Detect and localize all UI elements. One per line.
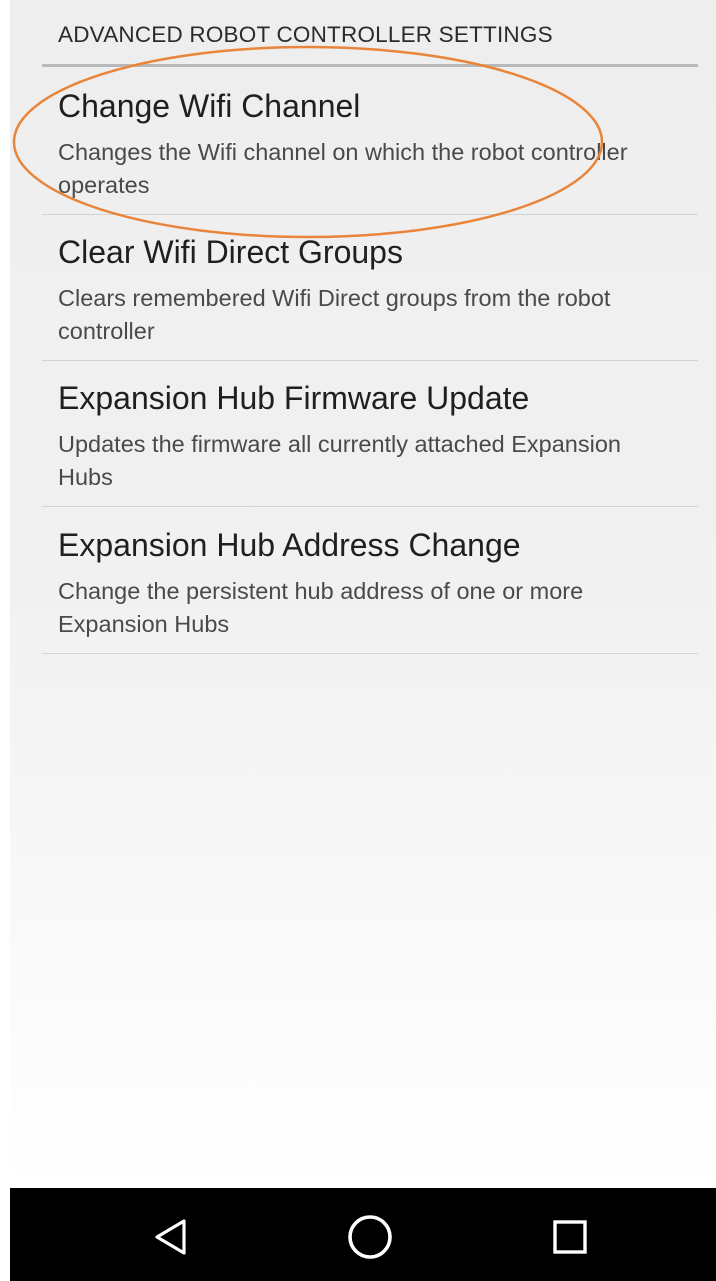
setting-title: Expansion Hub Address Change: [58, 527, 521, 563]
navigation-bar: [10, 1188, 716, 1281]
setting-summary: Clears remembered Wifi Direct groups fro…: [58, 285, 611, 344]
back-button[interactable]: [146, 1214, 196, 1260]
category-divider: [42, 64, 698, 67]
item-divider: [42, 214, 698, 215]
back-triangle-icon: [155, 1219, 186, 1255]
settings-screen: ADVANCED ROBOT CONTROLLER SETTINGS Chang…: [10, 0, 716, 1188]
recents-square-icon: [553, 1220, 587, 1254]
item-divider: [42, 506, 698, 507]
setting-item-clear-wifi-direct-groups[interactable]: Clear Wifi Direct Groups Clears remember…: [42, 234, 698, 361]
category-header: ADVANCED ROBOT CONTROLLER SETTINGS: [58, 22, 553, 47]
setting-summary: Updates the firmware all currently attac…: [58, 431, 621, 490]
setting-item-expansion-hub-address-change[interactable]: Expansion Hub Address Change Change the …: [42, 527, 698, 654]
setting-title: Change Wifi Channel: [58, 88, 361, 124]
home-circle-icon: [348, 1215, 392, 1259]
setting-summary: Change the persistent hub address of one…: [58, 578, 584, 637]
item-divider: [42, 360, 698, 361]
setting-summary: Changes the Wifi channel on which the ro…: [58, 139, 628, 198]
item-divider: [42, 653, 698, 654]
home-button[interactable]: [345, 1214, 395, 1260]
setting-title: Expansion Hub Firmware Update: [58, 380, 530, 416]
setting-item-change-wifi-channel[interactable]: Change Wifi Channel Changes the Wifi cha…: [42, 88, 698, 215]
setting-title: Clear Wifi Direct Groups: [58, 234, 403, 270]
recents-button[interactable]: [545, 1214, 595, 1260]
setting-item-expansion-hub-firmware-update[interactable]: Expansion Hub Firmware Update Updates th…: [42, 380, 698, 507]
